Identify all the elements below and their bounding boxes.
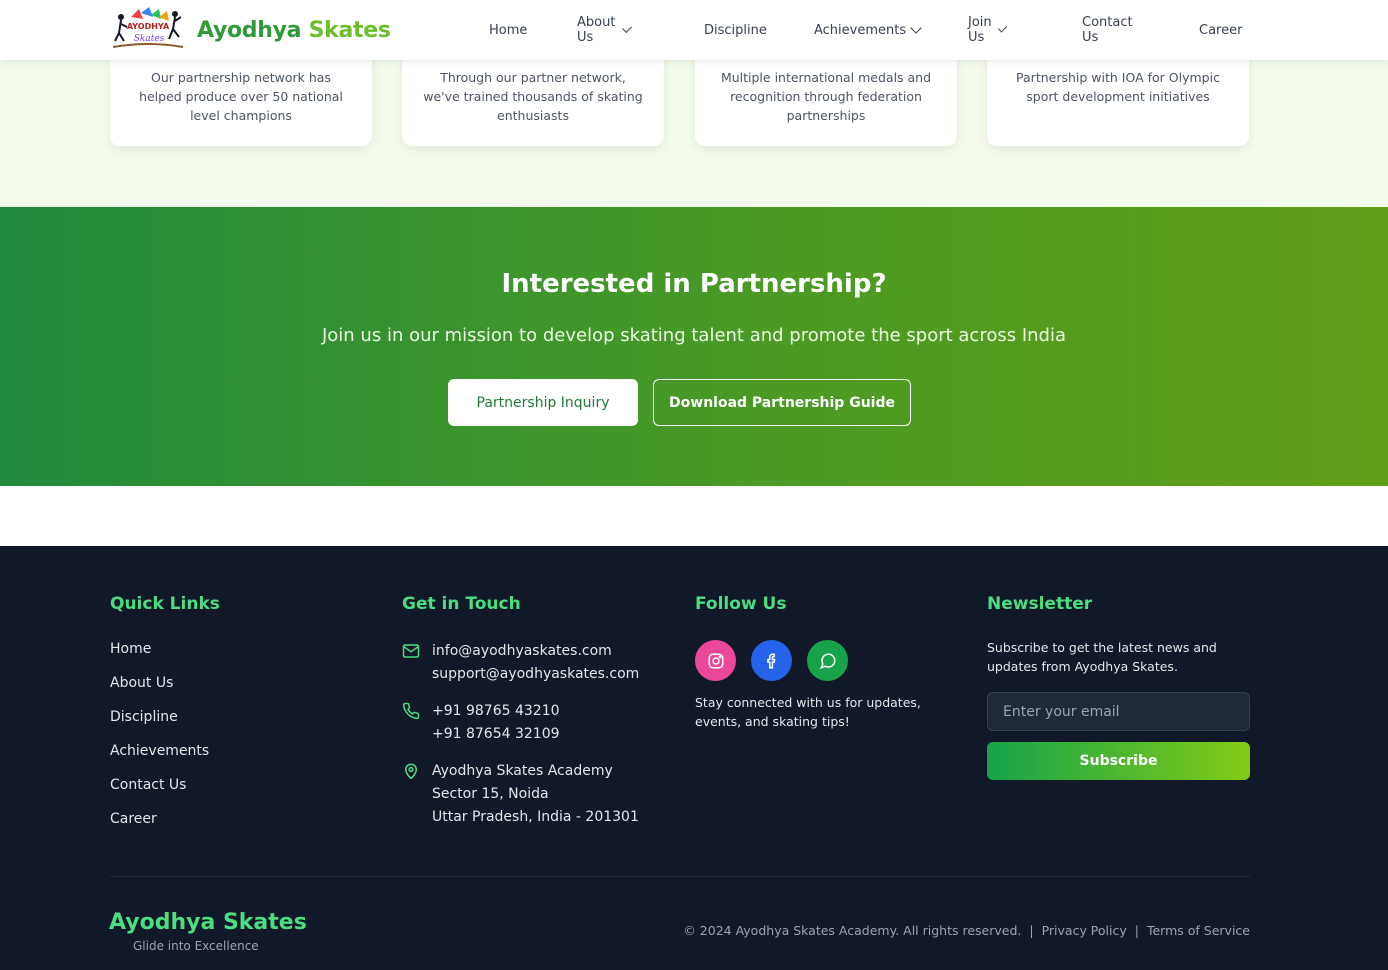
contact-email-row: info@ayodhyaskates.com support@ayodhyask… [402, 640, 639, 686]
contact-title: Get in Touch [402, 594, 521, 614]
footer-divider [110, 876, 1250, 877]
site-header: AYODHYA Skates Ayodhya Skates Home About… [0, 0, 1388, 60]
facebook-button[interactable] [751, 640, 792, 681]
nav-achievements-label: Achievements [814, 22, 907, 38]
svg-text:Skates: Skates [134, 34, 165, 44]
stat-card-text: Our partnership network has helped produ… [139, 70, 343, 123]
nav-career[interactable]: Career [1199, 23, 1242, 38]
stat-card: Through our partner network, we've train… [402, 50, 664, 146]
footer-link-achievements[interactable]: Achievements [110, 742, 220, 776]
stat-card-text: Partnership with IOA for Olympic sport d… [1016, 70, 1220, 104]
brand-part-1: Ayodhya [197, 17, 302, 43]
follow-title: Follow Us [695, 594, 787, 614]
address-line-3: Uttar Pradesh, India - 201301 [432, 809, 639, 825]
legal-separator: | [1134, 923, 1139, 938]
contact-address-row: Ayodhya Skates Academy Sector 15, Noida … [402, 760, 639, 829]
copyright-text: © 2024 Ayodhya Skates Academy. All right… [683, 923, 1022, 938]
svg-text:AYODHYA: AYODHYA [127, 22, 170, 31]
email-support[interactable]: support@ayodhyaskates.com [432, 663, 639, 686]
subscribe-button[interactable]: Subscribe [987, 742, 1250, 780]
logo-link[interactable]: AYODHYA Skates Ayodhya Skates [109, 6, 391, 54]
nav-discipline[interactable]: Discipline [704, 23, 767, 38]
stat-card-text: Multiple international medals and recogn… [720, 70, 932, 123]
brand-name: Ayodhya Skates [197, 18, 391, 43]
nav-about-us-label: About Us [577, 15, 616, 45]
newsletter-email-input[interactable] [987, 692, 1250, 731]
newsletter-description: Subscribe to get the latest news and upd… [987, 640, 1217, 674]
newsletter-column: Newsletter Subscribe to get the latest n… [987, 594, 1252, 780]
quick-links-title: Quick Links [110, 594, 220, 614]
newsletter-title: Newsletter [987, 594, 1093, 614]
terms-of-service-link[interactable]: Terms of Service [1147, 923, 1250, 938]
nav-home-label: Home [489, 22, 528, 38]
phone-icon [402, 702, 420, 720]
social-links [695, 640, 955, 681]
phone-primary[interactable]: +91 98765 43210 [432, 700, 560, 723]
quick-links-column: Quick Links Home About Us Discipline Ach… [110, 594, 220, 844]
footer-tagline: Glide into Excellence [133, 939, 259, 953]
footer-brand: Ayodhya Skates [109, 910, 307, 935]
email-primary[interactable]: info@ayodhyaskates.com [432, 640, 639, 663]
stat-card: Partnership with IOA for Olympic sport d… [987, 50, 1249, 146]
chevron-down-icon [910, 22, 922, 34]
instagram-button[interactable] [695, 640, 736, 681]
site-footer: Quick Links Home About Us Discipline Ach… [0, 546, 1388, 970]
stats-section: Our partnership network has helped produ… [0, 50, 1388, 207]
whatsapp-button[interactable] [807, 640, 848, 681]
phone-secondary[interactable]: +91 87654 32109 [432, 723, 560, 746]
mail-icon [402, 644, 420, 658]
nav-career-label: Career [1199, 22, 1243, 38]
nav-about-us[interactable]: About Us [577, 15, 632, 45]
partnership-inquiry-button[interactable]: Partnership Inquiry [448, 379, 638, 426]
follow-description: Stay connected with us for updates, even… [695, 695, 921, 729]
brand-part-2: Skates [308, 17, 391, 43]
footer-link-contact[interactable]: Contact Us [110, 776, 220, 810]
footer-legal: © 2024 Ayodhya Skates Academy. All right… [683, 923, 1250, 938]
footer-link-home[interactable]: Home [110, 640, 220, 674]
follow-column: Follow Us Stay connected with us for upd… [695, 594, 955, 731]
stat-card-text: Through our partner network, we've train… [423, 70, 643, 123]
nav-join-us[interactable]: Join Us [968, 15, 1008, 45]
legal-separator: | [1029, 923, 1034, 938]
nav-join-us-label: Join Us [968, 15, 992, 45]
facebook-icon [766, 653, 775, 668]
nav-contact-us-label: Contact Us [1082, 15, 1133, 45]
footer-link-discipline[interactable]: Discipline [110, 708, 220, 742]
footer-link-about[interactable]: About Us [110, 674, 220, 708]
nav-contact-us[interactable]: Contact Us [1082, 15, 1133, 45]
nav-home[interactable]: Home [489, 23, 527, 38]
contact-phone-row: +91 98765 43210 +91 87654 32109 [402, 700, 639, 746]
logo-icon: AYODHYA Skates [109, 7, 187, 53]
address-line-1: Ayodhya Skates Academy [432, 763, 613, 779]
cta-subtitle: Join us in our mission to develop skatin… [321, 325, 1066, 346]
cta-title: Interested in Partnership? [501, 269, 887, 299]
address-line-2: Sector 15, Noida [432, 786, 549, 802]
nav-achievements[interactable]: Achievements [814, 22, 922, 38]
partnership-cta: Interested in Partnership? Join us in ou… [0, 207, 1388, 486]
download-guide-button[interactable]: Download Partnership Guide [653, 379, 911, 426]
contact-column: Get in Touch info@ayodhyaskates.com supp… [402, 594, 639, 843]
privacy-policy-link[interactable]: Privacy Policy [1042, 923, 1127, 938]
instagram-icon [708, 653, 723, 668]
stat-card: Multiple international medals and recogn… [695, 50, 957, 146]
stat-card: Our partnership network has helped produ… [110, 50, 372, 146]
nav-discipline-label: Discipline [704, 22, 767, 38]
map-pin-icon [404, 763, 418, 780]
footer-link-career[interactable]: Career [110, 810, 220, 844]
chevron-down-icon [998, 23, 1008, 33]
whatsapp-icon [819, 652, 836, 669]
chevron-down-icon [621, 23, 632, 33]
